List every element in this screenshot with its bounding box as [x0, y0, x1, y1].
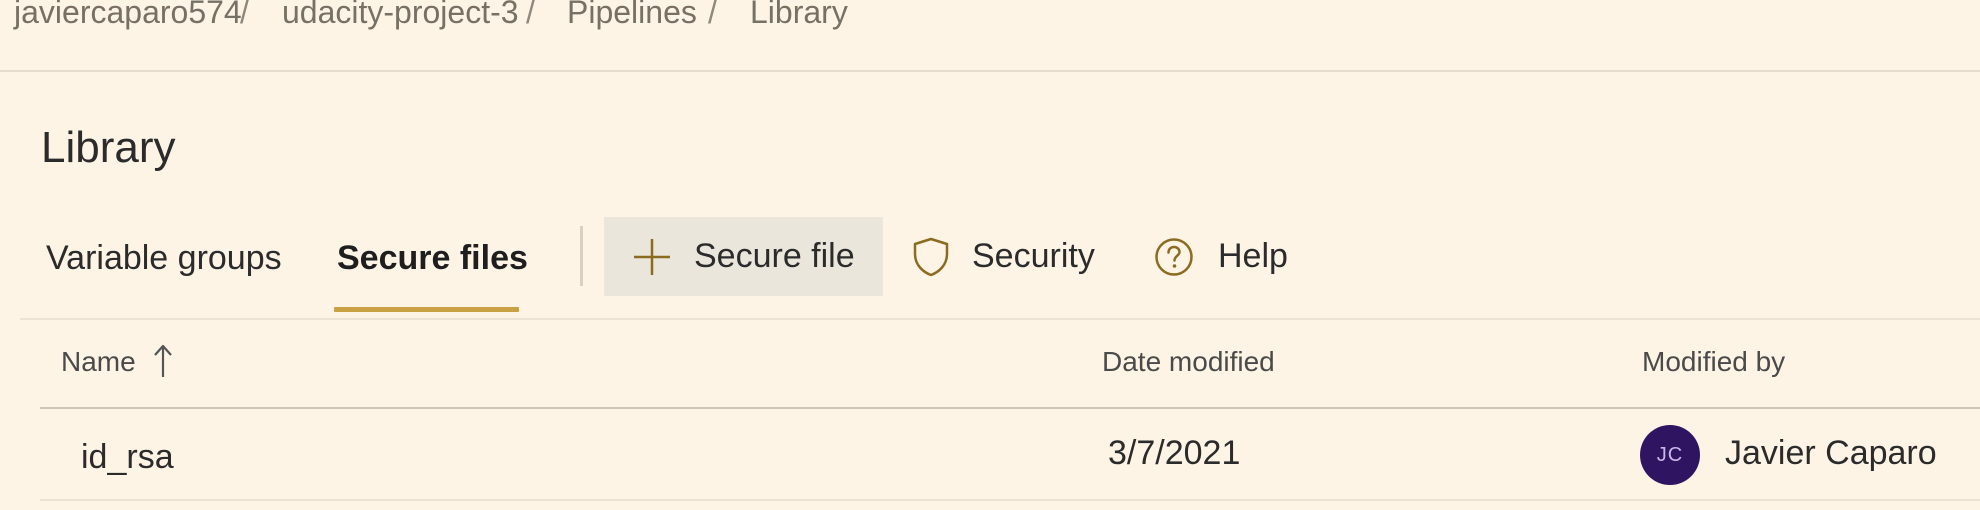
breadcrumb-separator: /: [240, 0, 249, 30]
help-label: Help: [1218, 237, 1288, 275]
breadcrumb-separator: /: [708, 0, 717, 30]
toolbar-divider: [580, 226, 583, 286]
breadcrumb-item-library[interactable]: Library: [750, 0, 848, 32]
avatar: JC: [1640, 425, 1700, 485]
add-secure-file-label: Secure file: [694, 237, 855, 275]
tab-variable-groups[interactable]: Variable groups: [46, 236, 282, 280]
breadcrumb: javiercaparo574 / udacity-project-3 / Pi…: [0, 0, 1980, 72]
column-header-name[interactable]: Name: [61, 344, 136, 380]
breadcrumb-item-project[interactable]: udacity-project-3: [282, 0, 519, 32]
help-circle-icon: [1154, 237, 1194, 277]
help-button[interactable]: Help: [1154, 217, 1288, 296]
avatar-initials: JC: [1656, 443, 1684, 466]
column-header-modified-by[interactable]: Modified by: [1642, 344, 1785, 380]
breadcrumb-separator: /: [526, 0, 535, 30]
shield-icon: [912, 237, 950, 277]
column-header-date-modified[interactable]: Date modified: [1102, 344, 1275, 380]
row-file-name[interactable]: id_rsa: [81, 435, 174, 479]
breadcrumb-item-pipelines[interactable]: Pipelines: [567, 0, 697, 32]
row-modified-by-name: Javier Caparo: [1725, 434, 1937, 472]
row-date-modified: 3/7/2021: [1108, 434, 1241, 472]
breadcrumb-item-organization[interactable]: javiercaparo574: [14, 0, 242, 32]
divider: [20, 318, 1980, 320]
add-secure-file-button[interactable]: Secure file: [604, 217, 883, 296]
table-row[interactable]: id_rsa 3/7/2021 JC Javier Caparo: [40, 409, 1980, 501]
security-button[interactable]: Security: [912, 217, 1095, 296]
active-tab-indicator: [334, 307, 519, 312]
page-title: Library: [41, 123, 176, 172]
sort-ascending-icon: [152, 342, 174, 385]
tab-secure-files[interactable]: Secure files: [337, 236, 528, 280]
security-label: Security: [972, 237, 1095, 275]
plus-icon: [632, 237, 672, 277]
